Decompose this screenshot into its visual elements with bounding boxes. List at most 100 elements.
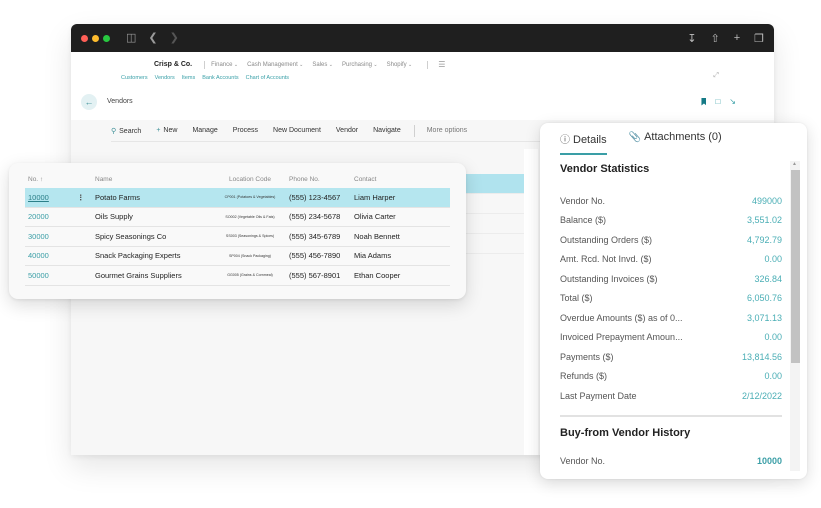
factbox-strip — [524, 149, 538, 455]
vendor-row[interactable]: 20000 Oils Supply SO002 (Vegetable Oils & … — [25, 208, 450, 227]
hamburger-menu-icon[interactable]: ☰ — [438, 60, 445, 69]
statistic-label: Refunds ($) — [560, 371, 608, 382]
collapse-icon[interactable]: ↘ — [729, 97, 736, 106]
scroll-up-icon[interactable]: ▲ — [792, 161, 797, 167]
section-divider — [560, 415, 782, 417]
row-menu-icon[interactable]: ⋮ — [77, 193, 95, 202]
vendor-no-link[interactable]: 20000 — [25, 212, 77, 221]
navigate-button[interactable]: Navigate — [373, 127, 401, 134]
vendor-phone: (555) 345-6789 — [289, 231, 341, 241]
vendor-phone: (555) 123-4567 — [289, 192, 341, 202]
share-icon[interactable]: ⇧ — [710, 32, 719, 45]
vendor-location-code: SO002 (Vegetable Oils & Fats) — [225, 214, 275, 219]
subnav-items[interactable]: Items — [182, 75, 195, 81]
vendor-phone: (555) 234-5678 — [289, 212, 341, 222]
vendor-row[interactable]: 50000 Gourmet Grains Suppliers GG005 (Grai… — [25, 266, 450, 286]
company-name[interactable]: Crisp & Co. — [154, 61, 192, 68]
manage-button[interactable]: Manage — [192, 127, 217, 134]
vendor-no-link[interactable]: 30000 — [25, 232, 77, 241]
top-navigation: Crisp & Co. Finance Cash Management Sale… — [154, 60, 445, 69]
scrollbar-thumb[interactable] — [791, 170, 800, 363]
vendor-location-code: GG005 (Grains & Cornmeal) — [227, 273, 273, 278]
forward-icon[interactable]: ❯ — [170, 32, 179, 44]
statistic-value[interactable]: 0.00 — [764, 332, 782, 342]
search-icon: ⚲ — [111, 127, 117, 135]
details-scrollbar[interactable]: ▲ — [790, 161, 800, 471]
statistic-value[interactable]: 326.84 — [754, 274, 782, 284]
search-label: Search — [119, 127, 142, 135]
statistic-value[interactable]: 4,792.79 — [747, 235, 782, 245]
vendor-no-link[interactable]: 50000 — [25, 271, 77, 280]
statistic-row: Last Payment Date 2/12/2022 — [560, 386, 782, 406]
vendor-no-link[interactable]: 10000 — [25, 193, 77, 202]
subnav-bank-accounts[interactable]: Bank Accounts — [202, 75, 238, 81]
tab-attachments-label: Attachments (0) — [644, 131, 722, 143]
vendor-location-code: CP001 (Potatoes & Vegetables) — [224, 195, 276, 200]
tab-attachments[interactable]: 📎 Attachments (0) — [629, 131, 722, 155]
nav-purchasing[interactable]: Purchasing — [342, 62, 378, 68]
vendor-row[interactable]: 10000 ⋮ Potato Farms CP001 (Potatoes & Vege… — [25, 188, 450, 208]
search-button[interactable]: ⚲ Search — [111, 127, 141, 135]
statistic-value[interactable]: 13,814.56 — [742, 352, 782, 362]
column-header-no[interactable]: No. ↑ — [25, 176, 77, 183]
nav-sales[interactable]: Sales — [312, 62, 333, 68]
statistic-row: Total ($) 6,050.76 — [560, 289, 782, 309]
vendor-button[interactable]: Vendor — [336, 127, 358, 134]
new-tab-icon[interactable]: + — [734, 32, 740, 44]
statistic-row: Outstanding Invoices ($) 326.84 — [560, 269, 782, 289]
buy-from-history-title: Buy-from Vendor History — [560, 427, 691, 439]
subnav-customers[interactable]: Customers — [121, 75, 148, 81]
open-new-window-icon[interactable]: □ — [715, 97, 720, 106]
history-value[interactable]: 10000 — [757, 456, 782, 466]
download-icon[interactable]: ↧ — [687, 32, 696, 45]
tabs-icon[interactable]: ❐ — [754, 32, 764, 45]
nav-shopify[interactable]: Shopify — [387, 62, 413, 68]
column-header-contact[interactable]: Contact — [354, 176, 450, 183]
tab-details[interactable]: ⓘ Details — [560, 131, 607, 155]
expand-icon[interactable]: ⤢ — [713, 72, 719, 80]
column-header-location-code[interactable]: Location Code — [215, 176, 285, 183]
page-title: Vendors — [107, 98, 133, 105]
statistic-value[interactable]: 0.00 — [764, 254, 782, 264]
vendor-contact: Olivia Carter — [354, 212, 396, 222]
vendor-no-link[interactable]: 40000 — [25, 251, 77, 260]
info-icon: ⓘ — [560, 135, 570, 146]
nav-cash-management[interactable]: Cash Management — [247, 62, 303, 68]
browser-titlebar: ◫ ❮ ❯ ↧ ⇧ + ❐ — [71, 24, 774, 52]
statistic-row: Invoiced Prepayment Amoun... 0.00 — [560, 328, 782, 348]
vendor-name: Oils Supply — [95, 212, 133, 222]
divider — [413, 124, 415, 137]
history-label: Vendor No. — [560, 456, 606, 466]
subnav-chart-of-accounts[interactable]: Chart of Accounts — [246, 75, 289, 81]
new-document-button[interactable]: New Document — [273, 127, 321, 134]
back-icon[interactable]: ❮ — [148, 32, 157, 44]
statistic-label: Overdue Amounts ($) as of 0... — [560, 312, 683, 323]
statistic-value[interactable]: 3,551.02 — [747, 215, 782, 225]
column-header-name[interactable]: Name — [95, 176, 215, 183]
action-bar: ⚲ Search + New Manage Process New Document… — [111, 120, 541, 142]
subnav-vendors[interactable]: Vendors — [155, 75, 175, 81]
vendor-row[interactable]: 30000 Spicy Seasonings Co SS003 (Seasoning… — [25, 227, 450, 247]
statistic-row: Overdue Amounts ($) as of 0... 3,071.13 — [560, 308, 782, 328]
close-window-button[interactable] — [81, 34, 88, 42]
nav-finance[interactable]: Finance — [211, 62, 238, 68]
statistic-label: Amt. Rcd. Not Invd. ($) — [560, 254, 652, 265]
vendor-list-header: No. ↑ Name Location Code Phone No. Conta… — [25, 171, 450, 188]
minimize-window-button[interactable] — [92, 34, 99, 42]
statistic-value[interactable]: 2/12/2022 — [742, 391, 782, 401]
paperclip-icon: 📎 — [628, 132, 642, 143]
more-options-button[interactable]: More options — [427, 127, 467, 134]
statistic-value[interactable]: 0.00 — [764, 371, 782, 381]
bookmark-icon[interactable] — [701, 97, 707, 106]
vendor-row[interactable]: 40000 Snack Packaging Experts SP004 (Snack… — [25, 247, 450, 266]
column-header-phone[interactable]: Phone No. — [285, 176, 354, 183]
sidebar-icon[interactable]: ◫ — [126, 32, 136, 44]
back-button[interactable]: ← — [81, 94, 97, 110]
maximize-window-button[interactable] — [103, 34, 110, 42]
statistic-value[interactable]: 499000 — [752, 196, 782, 206]
statistic-label: Vendor No. — [560, 195, 606, 206]
statistic-value[interactable]: 3,071.13 — [747, 313, 782, 323]
new-button[interactable]: + New — [156, 127, 177, 134]
process-button[interactable]: Process — [233, 127, 258, 134]
statistic-value[interactable]: 6,050.76 — [747, 293, 782, 303]
